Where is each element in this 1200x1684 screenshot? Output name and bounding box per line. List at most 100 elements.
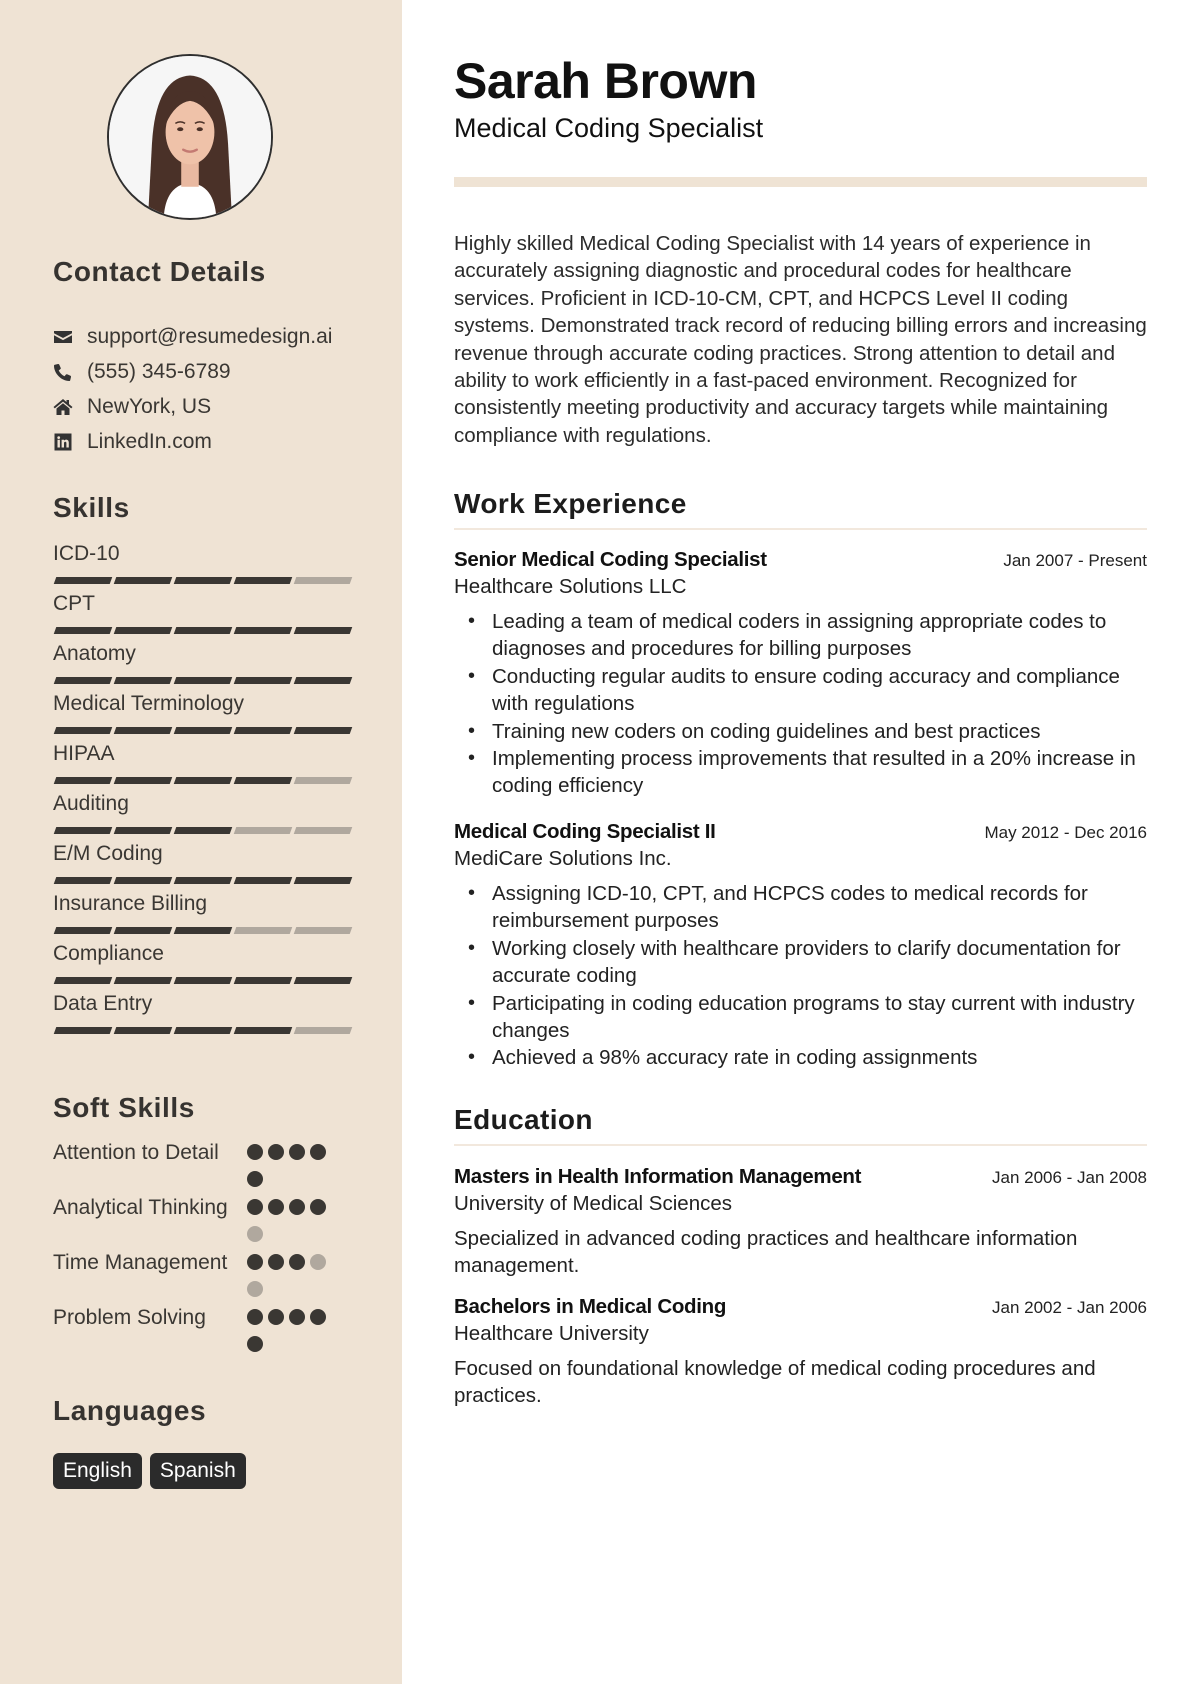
rating-dot-filled bbox=[289, 1199, 305, 1215]
rating-dot-empty bbox=[310, 1254, 326, 1270]
skill-segment-filled bbox=[113, 777, 173, 784]
skill-segment-filled bbox=[173, 977, 233, 984]
contact-location: NewYork, US bbox=[53, 389, 373, 424]
skill-segment-filled bbox=[173, 727, 233, 734]
language-chip: Spanish bbox=[149, 1453, 246, 1489]
skill-level-bar bbox=[53, 577, 353, 584]
job-dates: Jan 2007 - Present bbox=[1003, 551, 1147, 570]
job-company: Healthcare Solutions LLC bbox=[454, 575, 687, 598]
skill-segment-empty bbox=[293, 827, 353, 834]
skill-segment-filled bbox=[53, 777, 113, 784]
skill-segment-filled bbox=[173, 827, 233, 834]
rating-dot-filled bbox=[247, 1254, 263, 1270]
contact-linkedin-text: LinkedIn.com bbox=[87, 429, 212, 453]
skill-segment-filled bbox=[113, 577, 173, 584]
contact-email-text: support@resumedesign.ai bbox=[87, 324, 333, 348]
skill-segment-filled bbox=[173, 577, 233, 584]
skill-segment-filled bbox=[53, 577, 113, 584]
profile-photo-illustration bbox=[109, 56, 271, 218]
job-bullet: Implementing process improvements that r… bbox=[454, 745, 1147, 800]
home-icon bbox=[53, 397, 87, 417]
skill-name: HIPAA bbox=[53, 742, 115, 765]
skill-segment-filled bbox=[113, 1027, 173, 1034]
contact-email[interactable]: support@resumedesign.ai bbox=[53, 319, 373, 354]
skill-item: Anatomy bbox=[53, 640, 353, 690]
job-bullets: Leading a team of medical coders in assi… bbox=[454, 608, 1147, 800]
rating-dot-filled bbox=[310, 1309, 326, 1325]
rating-dot-filled bbox=[247, 1144, 263, 1160]
skill-item: CPT bbox=[53, 590, 353, 640]
skill-level-bar bbox=[53, 1027, 353, 1034]
soft-skill-item: Problem Solving bbox=[53, 1304, 363, 1352]
skill-name: Compliance bbox=[53, 942, 164, 965]
skill-segment-empty bbox=[293, 927, 353, 934]
rating-dot-filled bbox=[268, 1254, 284, 1270]
envelope-icon bbox=[53, 327, 87, 347]
candidate-title: Medical Coding Specialist bbox=[454, 113, 764, 143]
skill-level-bar bbox=[53, 727, 353, 734]
skill-item: Insurance Billing bbox=[53, 890, 353, 940]
skill-segment-filled bbox=[53, 677, 113, 684]
rating-dot-filled bbox=[268, 1309, 284, 1325]
skill-level-bar bbox=[53, 927, 353, 934]
skill-segment-filled bbox=[53, 977, 113, 984]
skill-segment-filled bbox=[233, 577, 293, 584]
rating-dot-filled bbox=[247, 1336, 263, 1352]
skill-segment-filled bbox=[113, 677, 173, 684]
job-entry: Senior Medical Coding Specialist Jan 200… bbox=[454, 548, 1147, 800]
skill-item: Auditing bbox=[53, 790, 353, 840]
job-entry: Medical Coding Specialist II May 2012 - … bbox=[454, 820, 1147, 1072]
soft-skills-list: Attention to Detail Analytical Thinking Ti… bbox=[53, 1139, 363, 1359]
soft-skill-rating bbox=[247, 1194, 337, 1242]
skill-name: Data Entry bbox=[53, 992, 153, 1015]
skill-item: Compliance bbox=[53, 940, 353, 990]
degree-title: Bachelors in Medical Coding bbox=[454, 1295, 727, 1318]
skill-segment-filled bbox=[233, 627, 293, 634]
skill-name: Auditing bbox=[53, 792, 129, 815]
skill-item: HIPAA bbox=[53, 740, 353, 790]
soft-skill-item: Analytical Thinking bbox=[53, 1194, 363, 1242]
work-experience-heading: Work Experience bbox=[454, 488, 687, 519]
skill-segment-empty bbox=[293, 777, 353, 784]
skill-segment-filled bbox=[113, 927, 173, 934]
job-title: Senior Medical Coding Specialist bbox=[454, 548, 767, 571]
job-dates: May 2012 - Dec 2016 bbox=[984, 823, 1147, 842]
contact-phone[interactable]: (555) 345-6789 bbox=[53, 354, 373, 389]
education-description: Focused on foundational knowledge of med… bbox=[454, 1357, 1096, 1408]
degree-title: Masters in Health Information Management bbox=[454, 1165, 862, 1188]
work-experience-divider bbox=[454, 528, 1147, 530]
skill-segment-filled bbox=[53, 927, 113, 934]
rating-dot-empty bbox=[247, 1281, 263, 1297]
skill-segment-filled bbox=[233, 977, 293, 984]
education-heading: Education bbox=[454, 1104, 593, 1135]
skill-segment-filled bbox=[233, 1027, 293, 1034]
education-entry: Masters in Health Information Management… bbox=[454, 1165, 1147, 1280]
skill-segment-filled bbox=[53, 877, 113, 884]
soft-skill-rating bbox=[247, 1249, 337, 1297]
skill-segment-filled bbox=[113, 727, 173, 734]
contact-linkedin[interactable]: LinkedIn.com bbox=[53, 424, 373, 459]
skill-item: E/M Coding bbox=[53, 840, 353, 890]
skill-segment-filled bbox=[173, 627, 233, 634]
contact-heading: Contact Details bbox=[53, 256, 266, 287]
education-dates: Jan 2002 - Jan 2006 bbox=[991, 1298, 1147, 1317]
skill-name: ICD-10 bbox=[53, 542, 120, 565]
rating-dot-filled bbox=[310, 1144, 326, 1160]
skill-segment-filled bbox=[173, 777, 233, 784]
skill-segment-filled bbox=[113, 627, 173, 634]
school-name: University of Medical Sciences bbox=[454, 1192, 732, 1215]
contact-phone-text: (555) 345-6789 bbox=[87, 359, 231, 383]
rating-dot-filled bbox=[289, 1144, 305, 1160]
contact-location-text: NewYork, US bbox=[87, 394, 212, 418]
skills-heading: Skills bbox=[53, 492, 130, 523]
skill-segment-filled bbox=[293, 877, 353, 884]
job-company: MediCare Solutions Inc. bbox=[454, 847, 672, 870]
skill-segment-empty bbox=[293, 1027, 353, 1034]
rating-dot-filled bbox=[247, 1309, 263, 1325]
header-accent-bar bbox=[454, 177, 1147, 187]
languages-list: English Spanish bbox=[53, 1453, 246, 1489]
skill-segment-filled bbox=[173, 927, 233, 934]
skill-segment-filled bbox=[173, 677, 233, 684]
education-entry: Bachelors in Medical Coding Jan 2002 - J… bbox=[454, 1295, 1147, 1410]
linkedin-icon bbox=[53, 432, 87, 452]
